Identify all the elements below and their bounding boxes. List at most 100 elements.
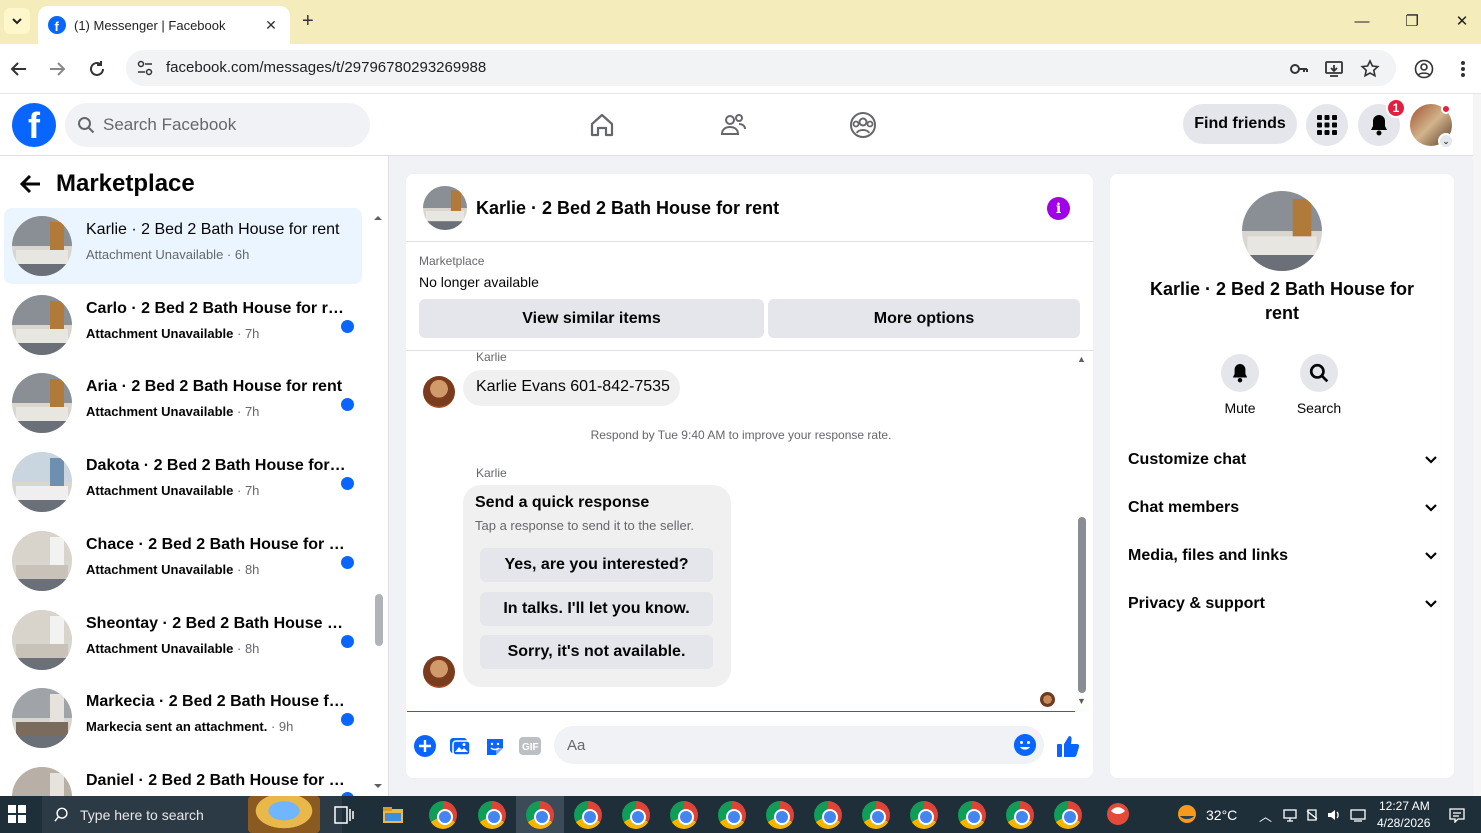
conversation-item[interactable]: Dakota · 2 Bed 2 Bath House for rent Atta… [4,444,362,520]
chat-members-row[interactable]: Chat members [1128,488,1438,528]
chrome-window-icon[interactable] [958,801,986,829]
nav-home-button[interactable] [586,109,618,141]
chrome-window-icon[interactable] [862,801,890,829]
conversation-item[interactable]: Chace · 2 Bed 2 Bath House for rent Attac… [4,523,362,599]
search-circle[interactable] [1300,354,1338,392]
quick-response-yes-button[interactable]: Yes, are you interested? [480,548,713,582]
chat-header-avatar[interactable] [423,186,467,230]
bookmark-star-icon[interactable] [1360,59,1380,79]
media-files-links-row[interactable]: Media, files and links [1128,536,1438,576]
windows-start-icon[interactable] [8,805,26,823]
scroll-up-icon[interactable] [372,214,384,222]
conversation-item[interactable]: Carlo · 2 Bed 2 Bath House for rent Attac… [4,287,362,363]
chrome-window-icon[interactable] [910,801,938,829]
view-similar-items-button[interactable]: View similar items [419,299,764,338]
sender-avatar[interactable] [423,376,455,408]
facebook-logo-icon[interactable]: f [12,103,56,147]
conversation-avatar[interactable] [12,373,72,434]
conversation-avatar[interactable] [12,530,72,591]
browser-menu-button[interactable] [1450,56,1476,82]
conversation-avatar[interactable] [1242,191,1322,271]
password-key-icon[interactable] [1289,59,1309,79]
new-tab-button[interactable]: + [302,10,314,33]
close-window-button[interactable]: ✕ [1447,8,1477,34]
scroll-down-icon[interactable]: ▼ [1077,696,1086,706]
chrome-window-icon[interactable] [574,801,602,829]
task-view-icon[interactable] [334,806,354,824]
chat-title[interactable]: Karlie · 2 Bed 2 Bath House for rent [476,198,779,219]
privacy-support-row[interactable]: Privacy & support [1128,584,1438,624]
conversation-avatar[interactable] [12,452,72,513]
menu-button[interactable] [1306,104,1348,146]
address-bar[interactable]: facebook.com/messages/t/2979678029326998… [126,50,1396,86]
file-explorer-icon[interactable] [382,806,404,824]
notification-center-icon[interactable] [1449,807,1465,823]
conversation-avatar[interactable] [12,294,72,355]
conversation-avatar[interactable] [12,766,72,796]
search-conversation-button[interactable]: Search [1289,354,1349,416]
back-button[interactable] [6,56,32,82]
taskbar-time[interactable]: 12:27 AM [1379,799,1430,813]
minimize-window-button[interactable]: — [1347,8,1377,34]
sender-avatar-2[interactable] [423,656,455,688]
scroll-up-icon[interactable]: ▲ [1077,354,1086,364]
taskbar-date[interactable]: 4/28/2026 [1377,816,1430,830]
quick-response-in-talks-button[interactable]: In talks. I'll let you know. [480,592,713,626]
conversation-item[interactable]: Karlie · 2 Bed 2 Bath House for rent Atta… [4,208,362,284]
nav-groups-button[interactable] [847,109,879,141]
conversation-item[interactable]: Sheontay · 2 Bed 2 Bath House for rent At… [4,602,362,678]
input-method-icon[interactable] [1350,807,1366,823]
more-options-button[interactable]: More options [768,299,1080,338]
message-input[interactable]: Aa [554,726,1044,764]
tab-search-button[interactable] [4,8,30,34]
nav-friends-button[interactable] [717,109,749,141]
chat-scroll-thumb[interactable] [1078,517,1086,693]
facebook-search-bar[interactable]: Search Facebook [65,103,370,147]
conversation-avatar[interactable] [12,688,72,749]
chrome-window-icon[interactable] [670,801,698,829]
chrome-window-icon[interactable] [429,801,457,829]
more-actions-button[interactable] [413,734,437,758]
conversation-item[interactable]: Daniel · 2 Bed 2 Bath House for rent [4,759,362,796]
scroll-down-icon[interactable] [372,782,384,790]
send-like-button[interactable] [1056,734,1080,758]
sidebar-scroll-thumb[interactable] [375,594,383,646]
forward-button[interactable] [44,56,70,82]
restore-window-button[interactable]: ❐ [1397,8,1427,34]
reload-button[interactable] [84,56,110,82]
sidebar-scrollbar[interactable] [372,210,384,796]
conversation-item[interactable]: Aria · 2 Bed 2 Bath House for rent Attach… [4,365,362,441]
close-tab-icon[interactable]: ✕ [262,17,280,34]
info-icon[interactable]: i [1047,197,1070,220]
speaker-icon[interactable] [1326,807,1342,823]
site-settings-icon[interactable] [136,59,154,77]
chrome-window-icon[interactable] [1006,801,1034,829]
attach-photo-button[interactable] [448,734,472,758]
chrome-window-icon[interactable] [766,801,794,829]
account-chevron-icon[interactable]: ⌄ [1438,133,1454,149]
chrome-window-icon[interactable] [814,801,842,829]
search-highlight-image[interactable] [248,796,320,833]
battery-icon[interactable] [1304,807,1320,823]
profile-button[interactable] [1411,56,1437,82]
emoji-icon[interactable] [1014,734,1036,756]
chrome-window-icon[interactable] [622,801,650,829]
conversation-avatar[interactable] [12,216,72,276]
back-arrow-icon[interactable] [16,172,46,196]
find-friends-button[interactable]: Find friends [1183,104,1297,144]
chrome-window-icon[interactable] [1054,801,1082,829]
customize-chat-row[interactable]: Customize chat [1128,440,1438,480]
tray-chevron-up-icon[interactable]: ︿ [1259,806,1272,825]
page-scrollbar[interactable] [1473,94,1481,796]
install-app-icon[interactable] [1324,59,1344,79]
conversation-item[interactable]: Markecia · 2 Bed 2 Bath House for rent Ma… [4,680,362,756]
mute-button[interactable]: Mute [1210,354,1270,416]
gif-button[interactable]: GIF [518,734,542,758]
sticker-button[interactable] [483,734,507,758]
browser-tab-messenger[interactable]: f (1) Messenger | Facebook ✕ [38,6,290,44]
quick-response-sorry-button[interactable]: Sorry, it's not available. [480,635,713,669]
pinned-app-icon[interactable] [1105,801,1131,827]
chrome-window-icon[interactable] [526,801,554,829]
chrome-window-icon[interactable] [718,801,746,829]
network-icon[interactable] [1282,807,1298,823]
